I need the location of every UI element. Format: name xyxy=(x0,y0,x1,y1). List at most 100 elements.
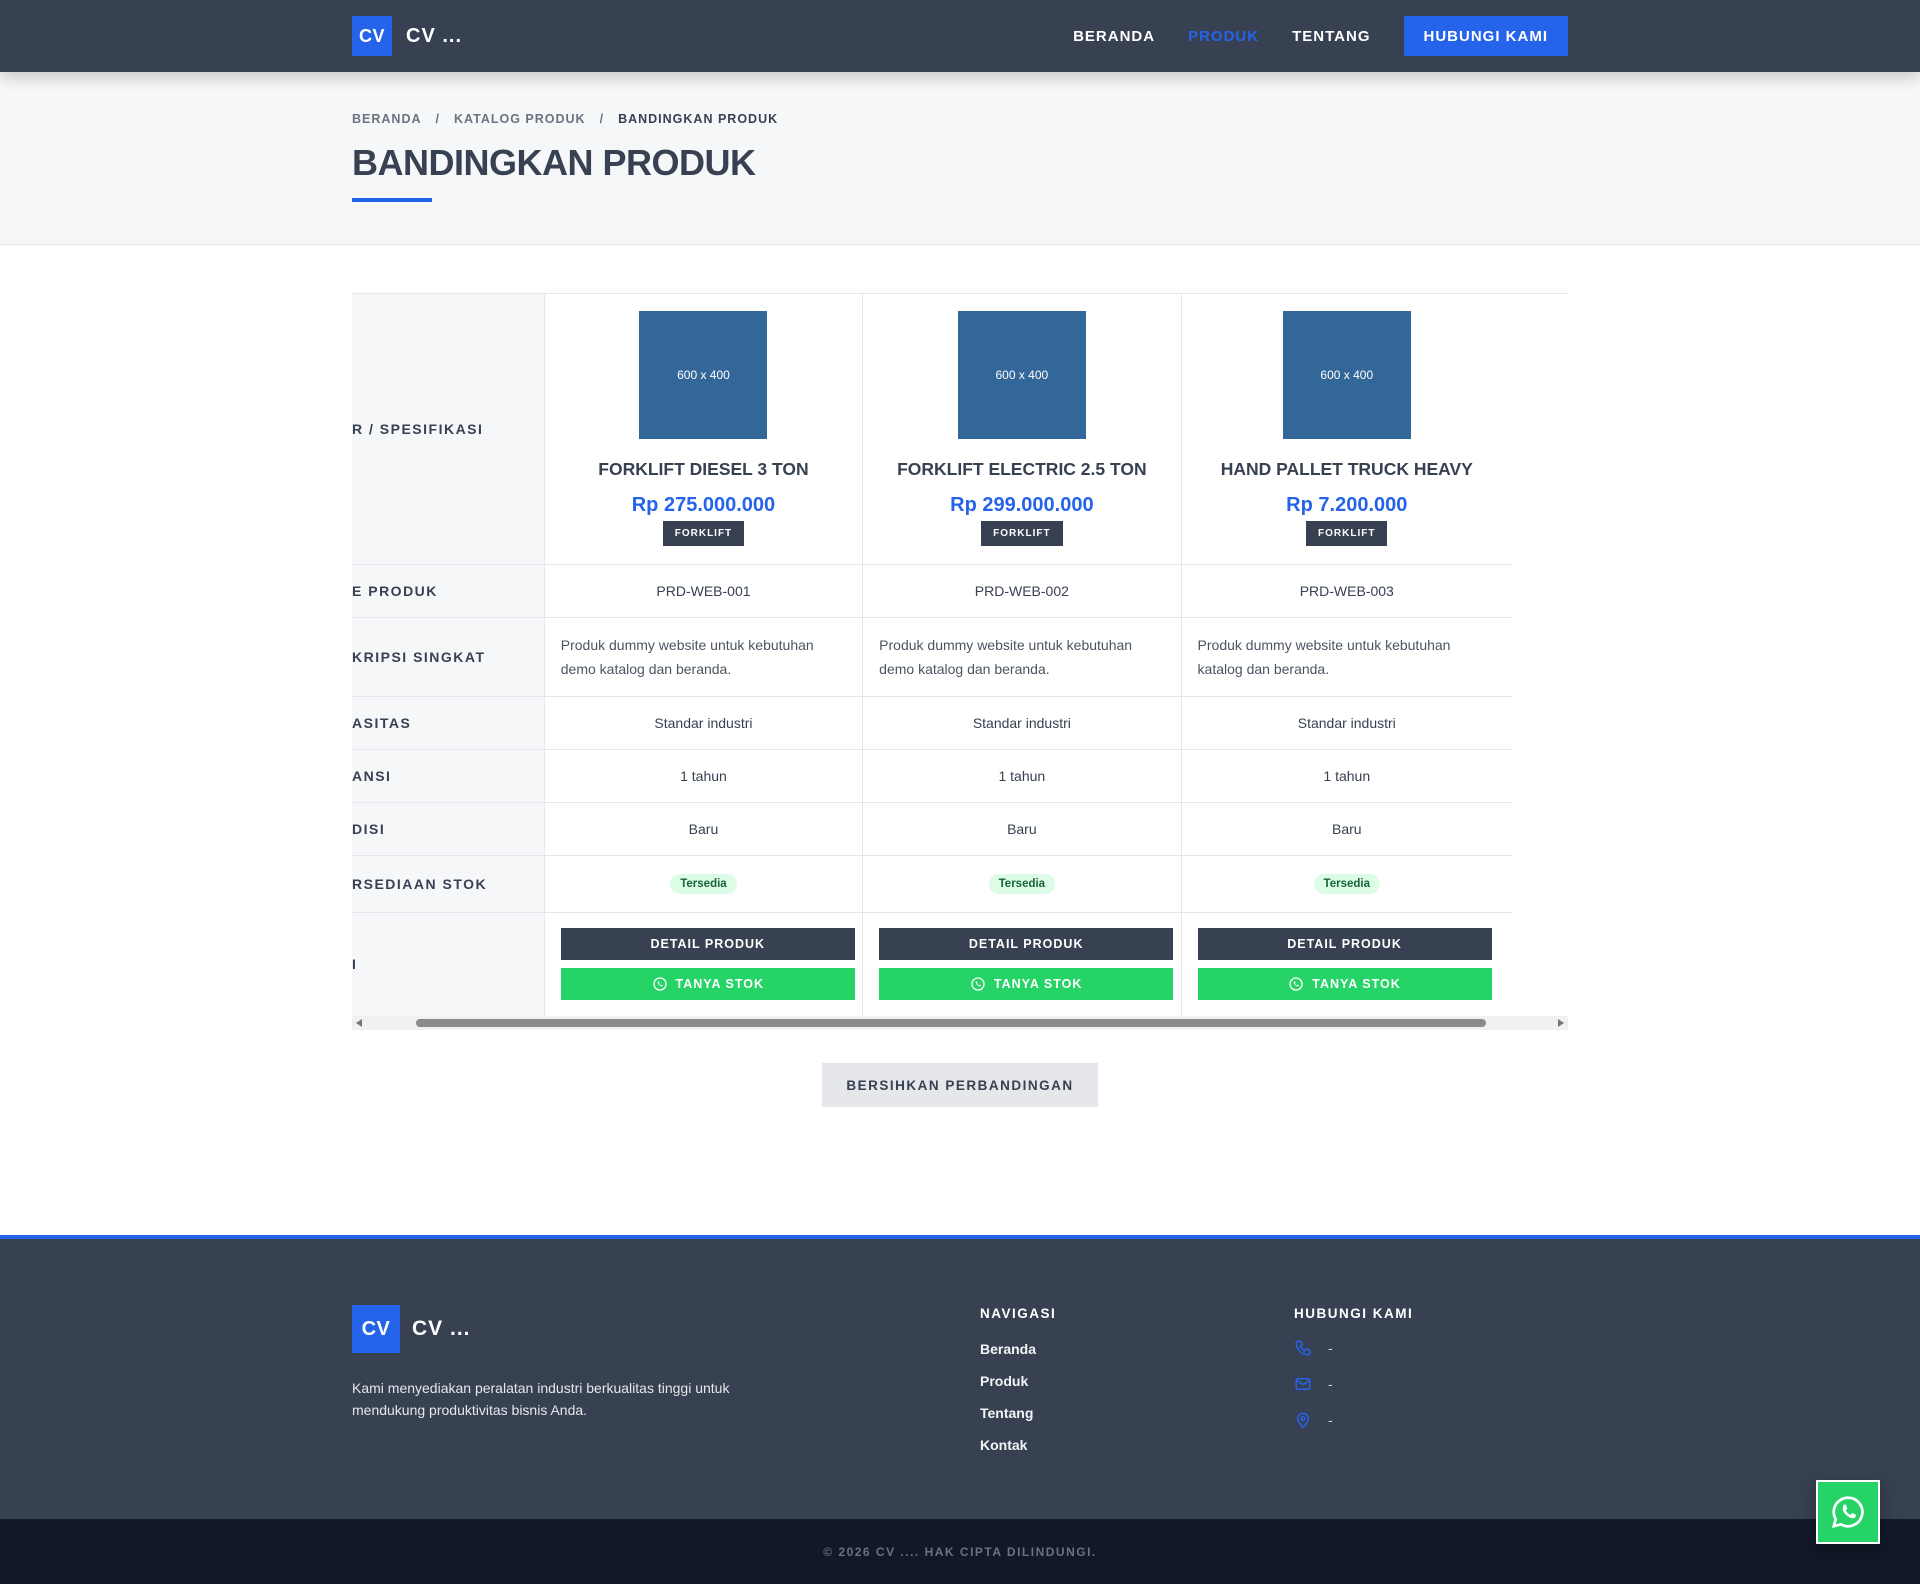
product-condition: Baru xyxy=(862,802,1182,856)
action-cell: DETAIL PRODUK TANYA STOK xyxy=(544,912,864,1016)
page-title: BANDINGKAN PRODUK xyxy=(352,142,756,183)
row-label: KRIPSI SINGKAT xyxy=(352,617,545,697)
detail-product-button[interactable]: DETAIL PRODUK xyxy=(560,928,855,960)
table-row: KRIPSI SINGKAT Produk dummy website untu… xyxy=(352,617,1512,697)
nav-tentang[interactable]: TENTANG xyxy=(1292,28,1370,45)
clear-comparison-button[interactable]: BERSIHKAN PERBANDINGAN xyxy=(822,1063,1098,1107)
product-name: FORKLIFT ELECTRIC 2.5 TON xyxy=(897,459,1147,480)
footer-email: - xyxy=(1294,1375,1333,1393)
footer-link-tentang[interactable]: Tentang xyxy=(980,1405,1033,1421)
footer-contact-title: HUBUNGI KAMI xyxy=(1294,1306,1414,1321)
stock-cell: Tersedia xyxy=(544,855,864,913)
footer-address: - xyxy=(1294,1411,1333,1429)
ask-stock-button[interactable]: TANYA STOK xyxy=(560,968,855,1000)
footer-link-beranda[interactable]: Beranda xyxy=(980,1341,1036,1357)
product-condition: Baru xyxy=(1181,802,1512,856)
page-hero: BERANDA / KATALOG PRODUK / BANDINGKAN PR… xyxy=(0,72,1920,245)
product-desc-cell: Produk dummy website untuk kebutuhan dem… xyxy=(544,617,864,697)
product-header-cell: 600 x 400 FORKLIFT DIESEL 3 TON Rp 275.0… xyxy=(544,294,864,565)
footer-brand-name: CV ... xyxy=(412,1317,471,1340)
row-label: RSEDIAAN STOK xyxy=(352,855,545,913)
product-desc: Produk dummy website untuk kebutuhan dem… xyxy=(560,636,814,677)
product-desc-cell: Produk dummy website untuk kebutuhan kat… xyxy=(1181,617,1512,697)
scrollbar-thumb[interactable] xyxy=(416,1019,1486,1027)
table-row: E PRODUK PRD-WEB-001 PRD-WEB-002 PRD-WEB… xyxy=(352,564,1512,618)
nav-beranda[interactable]: BERANDA xyxy=(1073,28,1155,45)
whatsapp-icon xyxy=(971,977,985,991)
breadcrumb-katalog[interactable]: KATALOG PRODUK xyxy=(454,112,586,126)
category-badge: FORKLIFT xyxy=(1306,521,1388,547)
contact-button[interactable]: HUBUNGI KAMI xyxy=(1403,16,1568,56)
stock-badge: Tersedia xyxy=(988,873,1056,894)
logo: CV xyxy=(352,16,392,56)
table-row: ASITAS Standar industri Standar industri… xyxy=(352,696,1512,750)
stock-badge: Tersedia xyxy=(670,873,737,894)
footer-description: Kami menyediakan peralatan industri berk… xyxy=(352,1380,730,1418)
row-label: DISI xyxy=(352,802,545,856)
copyright-text: © 2026 CV .... HAK CIPTA DILINDUNGI. xyxy=(823,1544,1097,1559)
whatsapp-icon xyxy=(652,977,667,991)
mail-icon xyxy=(1295,1378,1311,1390)
ask-stock-button[interactable]: TANYA STOK xyxy=(879,968,1174,1000)
product-capacity: Standar industri xyxy=(862,696,1182,750)
table-row: ANSI 1 tahun 1 tahun 1 tahun xyxy=(352,749,1512,803)
table-row: R / SPESIFIKASI 600 x 400 FORKLIFT DIESE… xyxy=(352,294,1512,565)
breadcrumb-current: BANDINGKAN PRODUK xyxy=(618,112,779,126)
ask-stock-label: TANYA STOK xyxy=(1312,977,1401,991)
detail-product-button[interactable]: DETAIL PRODUK xyxy=(1197,928,1492,960)
footer-nav-title: NAVIGASI xyxy=(980,1306,1057,1321)
product-desc: Produk dummy website untuk kebutuhan dem… xyxy=(879,636,1133,677)
product-desc-cell: Produk dummy website untuk kebutuhan dem… xyxy=(862,617,1182,697)
product-warranty: 1 tahun xyxy=(1181,749,1512,803)
footer-brand[interactable]: CV CV ... xyxy=(352,1305,471,1353)
product-price: Rp 275.000.000 xyxy=(631,494,776,517)
scroll-left-arrow[interactable] xyxy=(356,1019,362,1027)
footer-phone: - xyxy=(1294,1339,1333,1357)
row-label: E PRODUK xyxy=(352,564,545,618)
compare-table: R / SPESIFIKASI 600 x 400 FORKLIFT DIESE… xyxy=(352,294,1512,1016)
breadcrumb-beranda[interactable]: BERANDA xyxy=(352,112,422,126)
action-cell: DETAIL PRODUK TANYA STOK xyxy=(1181,912,1512,1016)
compare-table-scroll[interactable]: R / SPESIFIKASI 600 x 400 FORKLIFT DIESE… xyxy=(352,293,1568,1016)
phone-icon xyxy=(1295,1340,1311,1356)
ask-stock-label: TANYA STOK xyxy=(675,977,765,991)
horizontal-scrollbar[interactable] xyxy=(352,1016,1568,1030)
product-code: PRD-WEB-002 xyxy=(862,564,1182,618)
product-image: 600 x 400 xyxy=(1282,311,1411,440)
whatsapp-float-button[interactable] xyxy=(1816,1480,1880,1544)
footer-link-kontak[interactable]: Kontak xyxy=(980,1437,1027,1453)
footer-link-produk[interactable]: Produk xyxy=(980,1373,1028,1389)
scroll-right-arrow[interactable] xyxy=(1558,1019,1564,1027)
main-nav: BERANDA PRODUK TENTANG HUBUNGI KAMI xyxy=(1040,16,1568,56)
product-capacity: Standar industri xyxy=(544,696,864,750)
nav-produk[interactable]: PRODUK xyxy=(1188,28,1259,45)
detail-product-button[interactable]: DETAIL PRODUK xyxy=(879,928,1174,960)
product-capacity: Standar industri xyxy=(1181,696,1512,750)
table-row: I DETAIL PRODUK TANYA STOK DETAIL PRODUK… xyxy=(352,912,1512,1016)
product-desc: Produk dummy website untuk kebutuhan kat… xyxy=(1197,636,1451,677)
row-label: R / SPESIFIKASI xyxy=(352,294,545,565)
breadcrumb: BERANDA / KATALOG PRODUK / BANDINGKAN PR… xyxy=(352,112,792,126)
footer-logo: CV xyxy=(352,1305,400,1353)
copyright-bar: © 2026 CV .... HAK CIPTA DILINDUNGI. xyxy=(0,1519,1920,1584)
product-image: 600 x 400 xyxy=(957,311,1086,440)
map-pin-icon xyxy=(1296,1412,1310,1429)
row-label: I xyxy=(352,912,545,1016)
brand[interactable]: CV CV ... xyxy=(352,16,462,56)
table-row: RSEDIAAN STOK Tersedia Tersedia Tersedia xyxy=(352,855,1512,913)
product-price: Rp 299.000.000 xyxy=(950,494,1094,517)
product-code: PRD-WEB-003 xyxy=(1181,564,1512,618)
breadcrumb-separator: / xyxy=(599,112,605,126)
ask-stock-button[interactable]: TANYA STOK xyxy=(1197,968,1492,1000)
row-label: ANSI xyxy=(352,749,545,803)
row-label: ASITAS xyxy=(352,696,545,750)
product-name: HAND PALLET TRUCK HEAVY xyxy=(1220,459,1473,480)
stock-badge: Tersedia xyxy=(1313,873,1380,894)
product-header-cell: 600 x 400 FORKLIFT ELECTRIC 2.5 TON Rp 2… xyxy=(862,294,1182,565)
brand-name: CV ... xyxy=(406,24,463,47)
site-footer: CV CV ... Kami menyediakan peralatan ind… xyxy=(0,1235,1920,1519)
title-underline xyxy=(352,198,432,202)
product-name: FORKLIFT DIESEL 3 TON xyxy=(598,459,809,480)
stock-cell: Tersedia xyxy=(862,855,1182,913)
product-code: PRD-WEB-001 xyxy=(544,564,864,618)
